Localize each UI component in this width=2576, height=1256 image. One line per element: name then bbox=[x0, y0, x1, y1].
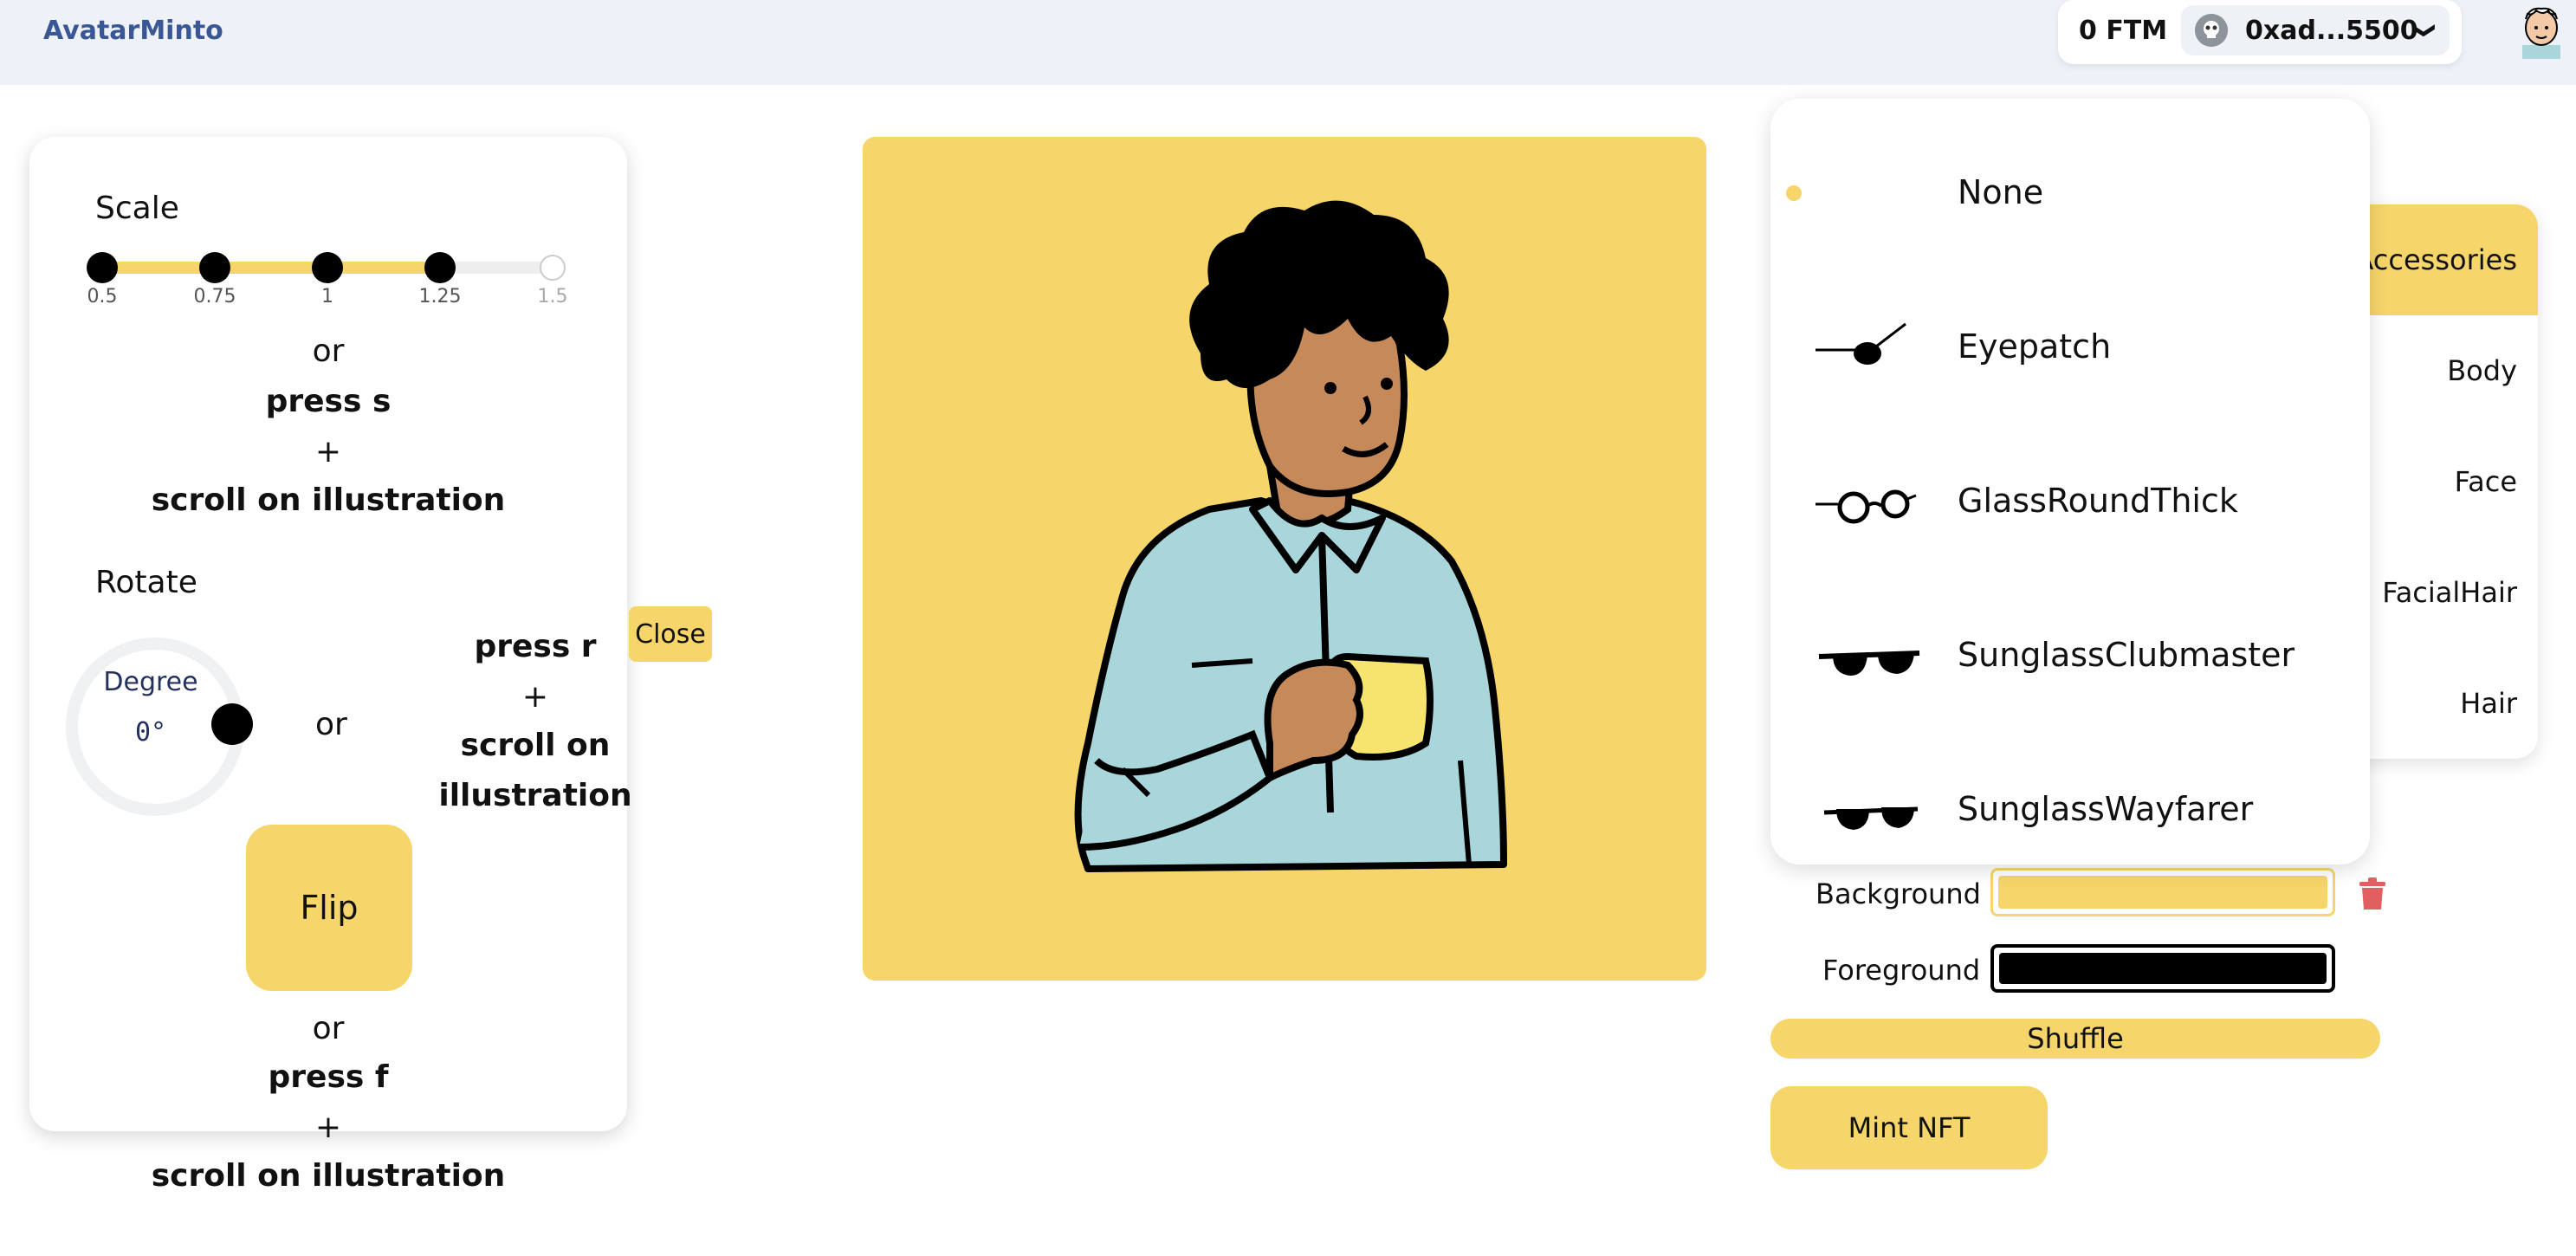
rotate-label: Rotate bbox=[95, 565, 197, 600]
chevron-down-icon: ❯ bbox=[2411, 21, 2437, 40]
avatar-canvas[interactable] bbox=[863, 137, 1706, 981]
close-button[interactable]: Close bbox=[629, 606, 712, 662]
balance: 0 FTM bbox=[2079, 16, 2168, 46]
plus-text: + bbox=[521, 679, 549, 715]
option-label: GlassRoundThick bbox=[1958, 482, 2238, 520]
accessories-dropdown: None Eyepatch GlassRoundThick SunglassCl… bbox=[1770, 99, 2370, 864]
option-sunglassclubmaster[interactable]: SunglassClubmaster bbox=[1770, 592, 2370, 722]
option-label: Eyepatch bbox=[1958, 327, 2112, 366]
option-sunglasswayfarer[interactable]: SunglassWayfarer bbox=[1770, 747, 2370, 877]
flip-button[interactable]: Flip bbox=[246, 825, 412, 991]
scale-slider-fill bbox=[102, 262, 440, 274]
mint-nft-button[interactable]: Mint NFT bbox=[1770, 1086, 2048, 1169]
shuffle-button[interactable]: Shuffle bbox=[1770, 1019, 2380, 1059]
scale-tick: 1.5 bbox=[537, 286, 568, 308]
scale-tick: 0.5 bbox=[87, 286, 118, 308]
trash-icon[interactable] bbox=[2358, 877, 2387, 911]
plus-text: + bbox=[314, 1110, 342, 1145]
rotate-knob[interactable] bbox=[211, 703, 253, 745]
foreground-color-input[interactable] bbox=[1990, 944, 2335, 993]
transform-panel: Scale 0.5 0.75 1 1.25 1.5 or press s + s… bbox=[29, 137, 632, 1131]
hint-scroll: illustration bbox=[438, 778, 632, 813]
option-none[interactable]: None bbox=[1770, 130, 2370, 260]
scale-knob[interactable] bbox=[199, 252, 230, 283]
scale-label: Scale bbox=[95, 191, 179, 226]
option-label: SunglassClubmaster bbox=[1958, 636, 2295, 674]
or-text: or bbox=[315, 707, 347, 742]
hint-press-s: press s bbox=[265, 384, 392, 419]
foreground-color-label: Foreground bbox=[1822, 954, 1981, 987]
top-nav: AvatarMinto 0 FTM 0xad...5500 ❯ bbox=[0, 0, 2576, 85]
option-label: SunglassWayfarer bbox=[1958, 790, 2254, 828]
degree-value: 0° bbox=[134, 717, 167, 748]
avatar-illustration bbox=[1074, 200, 1507, 872]
or-text: or bbox=[312, 333, 345, 369]
background-color-label: Background bbox=[1815, 877, 1981, 910]
hint-scroll: scroll on bbox=[460, 728, 611, 763]
scale-knob[interactable] bbox=[87, 252, 118, 283]
scale-tick: 0.75 bbox=[193, 286, 236, 308]
account-button[interactable]: 0xad...5500 ❯ bbox=[2181, 5, 2450, 55]
option-eyepatch[interactable]: Eyepatch bbox=[1770, 284, 2370, 414]
scale-tick: 1 bbox=[321, 286, 333, 308]
scale-knob[interactable] bbox=[312, 252, 343, 283]
scale-knob[interactable] bbox=[540, 255, 566, 281]
scale-knob[interactable] bbox=[424, 252, 456, 283]
option-label: None bbox=[1958, 173, 2044, 211]
hint-press-r: press r bbox=[474, 629, 597, 664]
selected-indicator bbox=[1786, 185, 1802, 201]
wallet-widget: 0 FTM 0xad...5500 ❯ bbox=[2058, 0, 2462, 64]
eyepatch-icon bbox=[1815, 322, 1906, 365]
plus-text: + bbox=[314, 434, 342, 469]
option-glassroundthick[interactable]: GlassRoundThick bbox=[1770, 438, 2370, 568]
round-glasses-icon bbox=[1815, 489, 1917, 524]
foreground-color-swatch bbox=[1999, 953, 2327, 984]
account-avatar-icon bbox=[2195, 14, 2228, 47]
brand-link[interactable]: AvatarMinto bbox=[43, 16, 223, 46]
user-avatar[interactable] bbox=[2517, 5, 2566, 59]
hint-scroll: scroll on illustration bbox=[151, 482, 506, 518]
hint-press-f: press f bbox=[268, 1059, 389, 1095]
sunglasses-icon bbox=[1823, 806, 1919, 830]
account-address: 0xad...5500 bbox=[2245, 16, 2418, 46]
sunglasses-icon bbox=[1818, 651, 1920, 676]
background-color-swatch bbox=[1998, 876, 2327, 909]
scale-tick: 1.25 bbox=[418, 286, 462, 308]
hint-scroll: scroll on illustration bbox=[151, 1158, 506, 1194]
or-text: or bbox=[312, 1011, 345, 1046]
degree-label: Degree bbox=[103, 667, 198, 697]
